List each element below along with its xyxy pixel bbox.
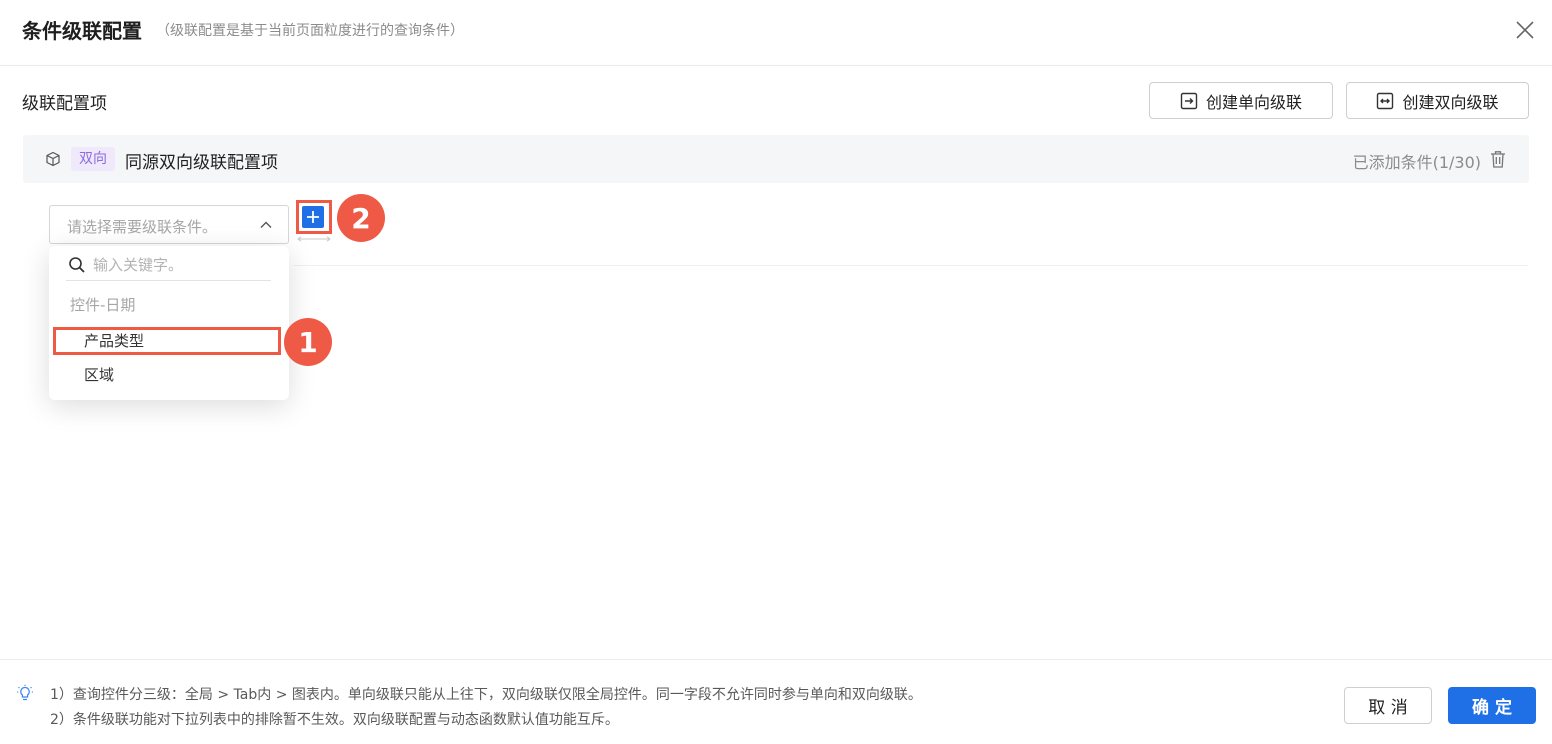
step-badge-1: 1 <box>284 318 332 366</box>
condition-select[interactable]: 请选择需要级联条件。 <box>49 205 289 244</box>
dialog-header: 条件级联配置 （级联配置是基于当前页面粒度进行的查询条件） <box>0 0 1552 66</box>
close-button[interactable] <box>1512 17 1538 43</box>
search-icon <box>69 257 85 273</box>
dialog-subtitle: （级联配置是基于当前页面粒度进行的查询条件） <box>156 23 464 39</box>
condition-count: 已添加条件(1/30) <box>1352 153 1481 172</box>
confirm-button[interactable]: 确 定 <box>1448 687 1536 724</box>
add-button-highlight <box>296 200 332 234</box>
create-oneway-label: 创建单向级联 <box>1205 92 1302 112</box>
footer-note-2: 2）条件级联功能对下拉列表中的排除暂不生效。双向级联配置与动态函数默认值功能互斥… <box>50 712 619 728</box>
arrow-right-box-icon <box>1180 92 1198 109</box>
dialog-footer: 1）查询控件分三级：全局 > Tab内 > 图表内。单向级联只能从上往下，双向级… <box>0 659 1552 744</box>
config-item-name: 同源双向级联配置项 <box>125 153 278 173</box>
condition-dropdown: 输入关键字。 控件-日期 产品类型 区域 <box>49 246 289 400</box>
step-badge-2: 2 <box>337 194 385 242</box>
dropdown-separator <box>66 280 271 281</box>
twoway-tag: 双向 <box>71 147 115 171</box>
dropdown-search-input[interactable]: 输入关键字。 <box>93 254 183 275</box>
arrow-both-box-icon <box>1377 92 1394 109</box>
cascade-config-item[interactable]: 双向 同源双向级联配置项 已添加条件(1/30) <box>23 135 1529 183</box>
resize-arrow-icon <box>297 236 331 242</box>
create-twoway-cascade-button[interactable]: 创建双向级联 <box>1346 82 1529 119</box>
footer-note-1: 1）查询控件分三级：全局 > Tab内 > 图表内。单向级联只能从上往下，双向级… <box>50 687 922 703</box>
chevron-up-icon <box>260 221 272 228</box>
close-icon <box>1516 21 1534 39</box>
dropdown-item-region[interactable]: 区域 <box>53 361 281 389</box>
section-title: 级联配置项 <box>22 94 107 114</box>
content-divider <box>294 265 1528 266</box>
dropdown-item-product-type[interactable]: 产品类型 <box>53 327 281 355</box>
dropdown-group-label: 控件-日期 <box>70 296 136 314</box>
create-oneway-cascade-button[interactable]: 创建单向级联 <box>1149 82 1333 119</box>
condition-select-placeholder: 请选择需要级联条件。 <box>67 218 218 236</box>
cancel-button[interactable]: 取 消 <box>1344 687 1432 724</box>
create-twoway-label: 创建双向级联 <box>1402 92 1499 112</box>
cube-icon <box>46 151 60 167</box>
lightbulb-icon <box>17 684 33 701</box>
dialog-title: 条件级联配置 <box>22 19 142 43</box>
trash-icon[interactable] <box>1489 149 1507 169</box>
